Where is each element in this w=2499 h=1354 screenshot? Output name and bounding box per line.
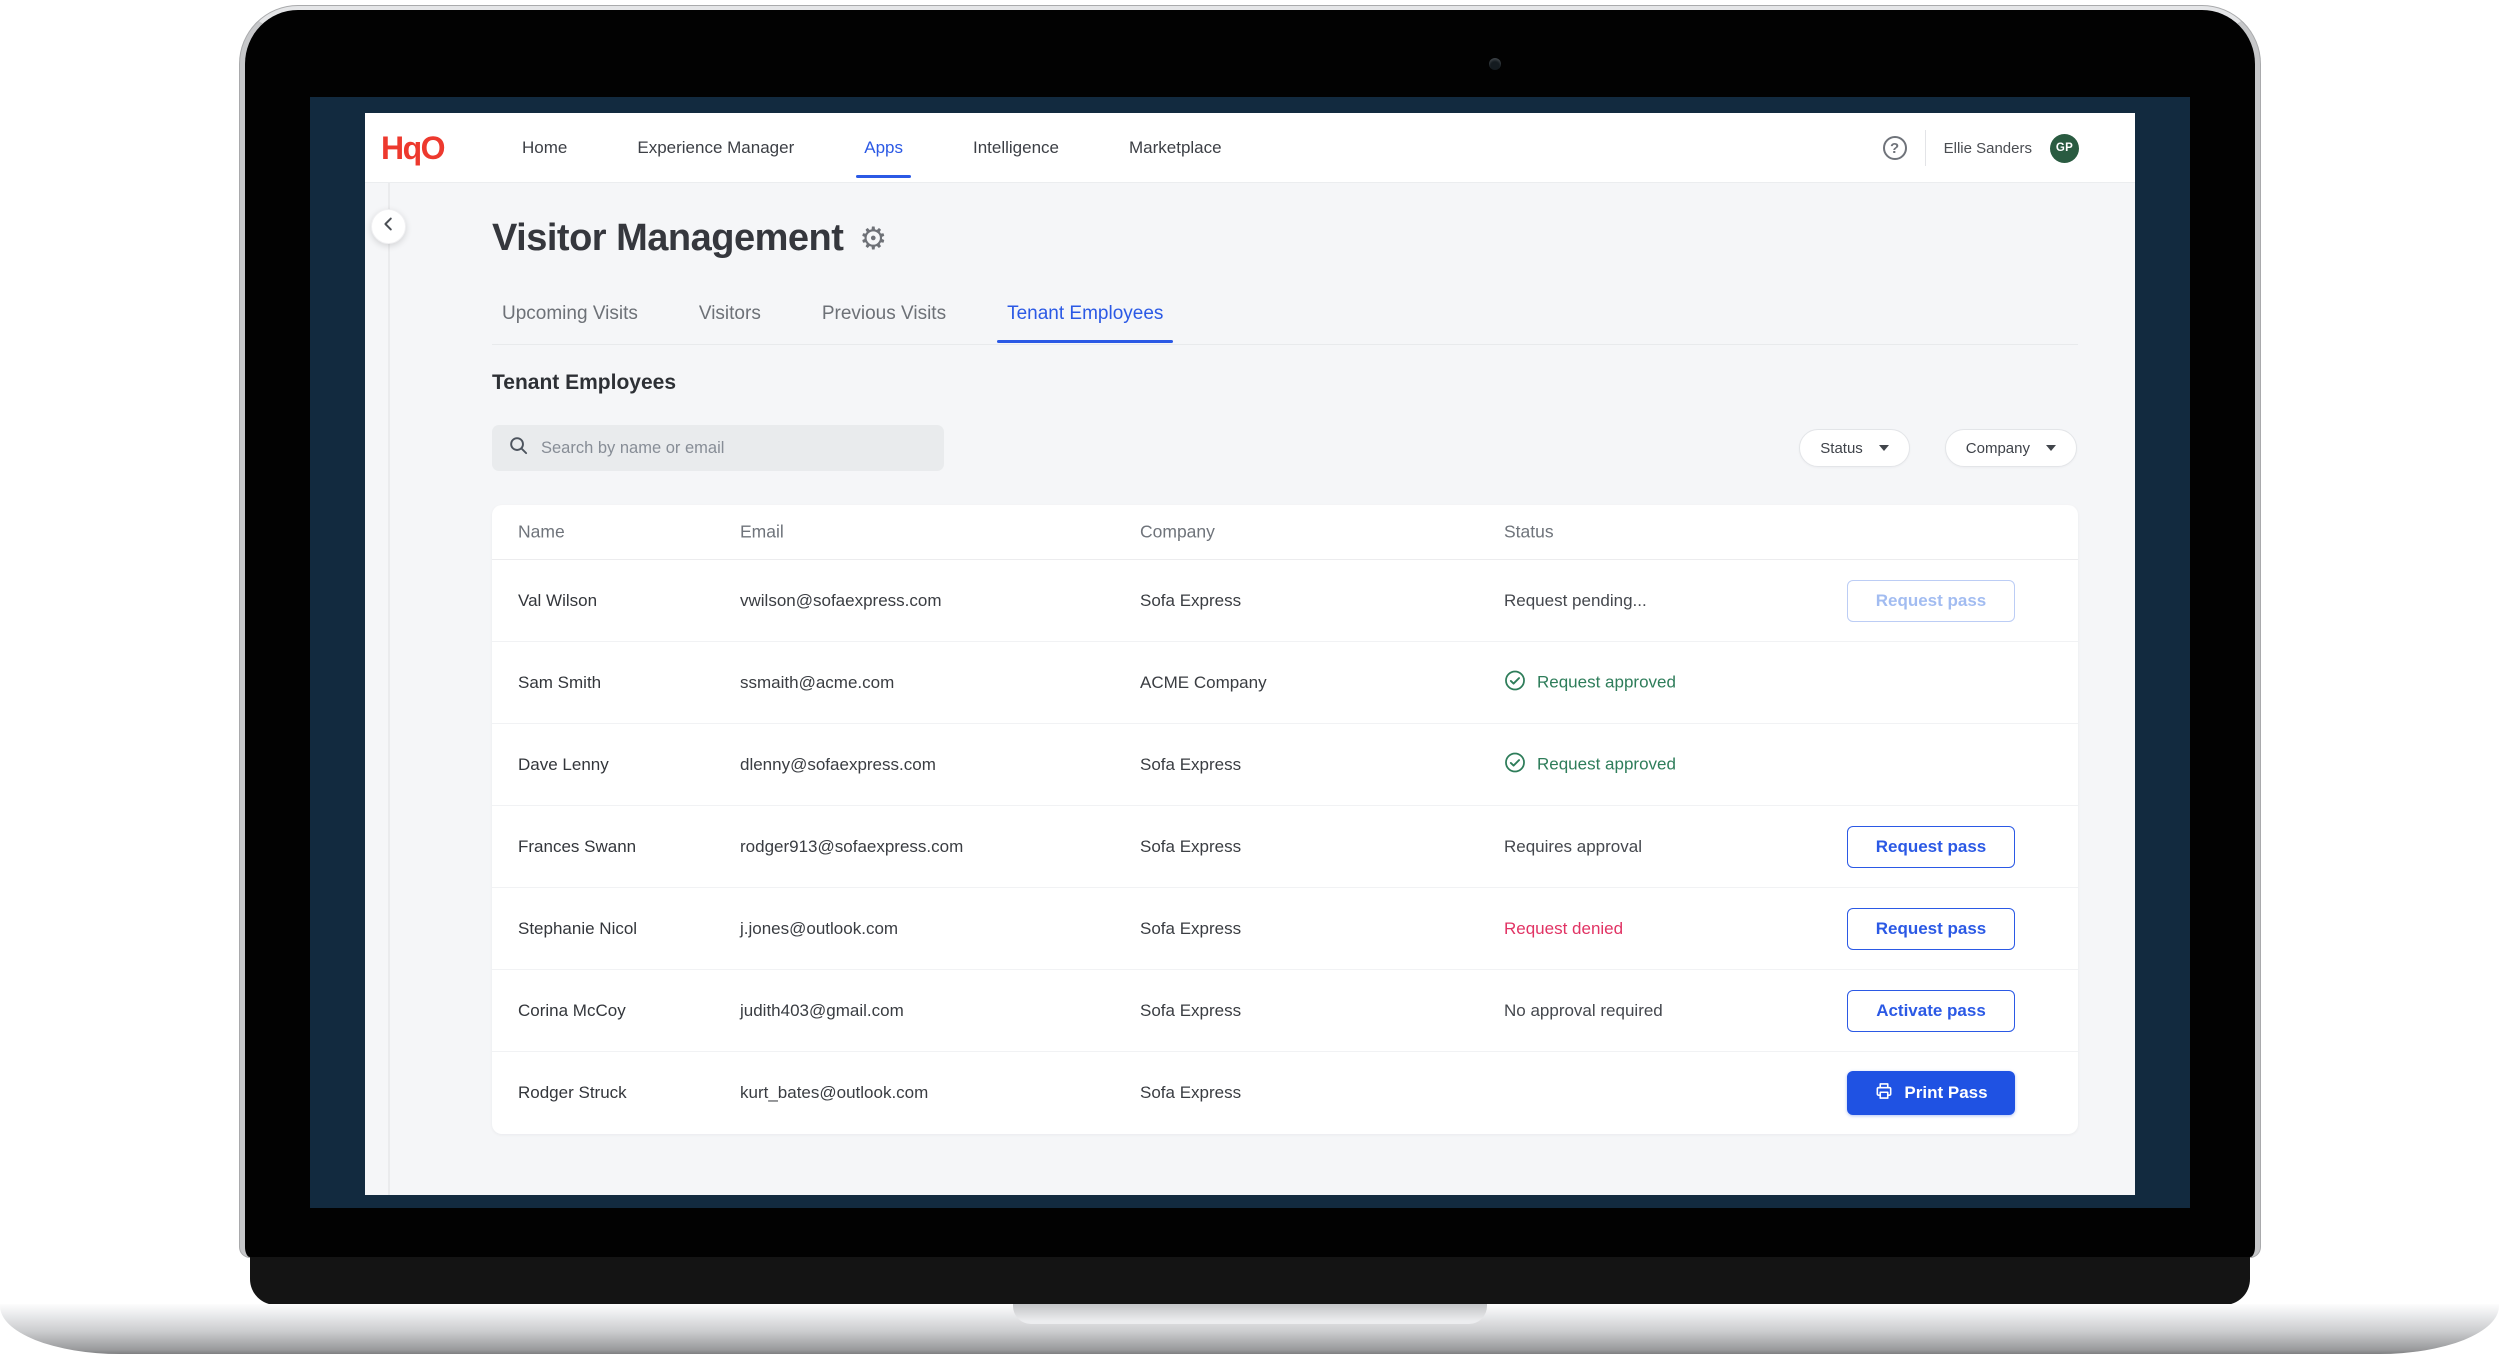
employee-name: Corina McCoy bbox=[518, 1001, 626, 1021]
employee-company: Sofa Express bbox=[1140, 755, 1241, 775]
employee-name: Frances Swann bbox=[518, 837, 636, 857]
nav-divider bbox=[1925, 130, 1926, 166]
status-approved-label: Request approved bbox=[1537, 755, 1676, 775]
webcam-dot bbox=[1489, 58, 1501, 70]
status-filter-dropdown[interactable]: Status bbox=[1799, 429, 1910, 467]
employee-company: ACME Company bbox=[1140, 673, 1267, 693]
tenant-employees-table: Name Email Company Status Val Wilson vwi… bbox=[492, 505, 2078, 1134]
search-icon bbox=[508, 435, 529, 461]
visitor-management-app: HqO Home Experience Manager Apps Intelli… bbox=[365, 113, 2135, 1195]
status-approved: Request approved bbox=[1504, 751, 1676, 778]
nav-item-marketplace[interactable]: Marketplace bbox=[1129, 113, 1222, 183]
employee-company: Sofa Express bbox=[1140, 919, 1241, 939]
nav-item-apps[interactable]: Apps bbox=[864, 113, 903, 183]
chevron-left-icon bbox=[380, 215, 398, 238]
check-circle-icon bbox=[1504, 669, 1526, 696]
activate-pass-button[interactable]: Activate pass bbox=[1847, 990, 2015, 1032]
employee-email: vwilson@sofaexpress.com bbox=[740, 591, 942, 611]
print-pass-button[interactable]: Print Pass bbox=[1847, 1071, 2015, 1115]
sidebar-rail bbox=[388, 183, 390, 1195]
print-pass-label: Print Pass bbox=[1904, 1083, 1987, 1103]
column-header-status: Status bbox=[1504, 522, 1554, 543]
settings-gear-icon[interactable]: ⚙ bbox=[859, 223, 887, 254]
request-pass-button[interactable]: Request pass bbox=[1847, 826, 2015, 868]
employee-email: ssmaith@acme.com bbox=[740, 673, 894, 693]
status-approved-label: Request approved bbox=[1537, 673, 1676, 693]
tab-bar: Upcoming Visits Visitors Previous Visits… bbox=[502, 303, 1163, 325]
employee-email: rodger913@sofaexpress.com bbox=[740, 837, 963, 857]
employee-company: Sofa Express bbox=[1140, 1083, 1241, 1103]
status-approved: Request approved bbox=[1504, 669, 1676, 696]
employee-name: Sam Smith bbox=[518, 673, 601, 693]
laptop-hinge bbox=[250, 1257, 2250, 1305]
search-box bbox=[492, 425, 944, 471]
status-denied: Request denied bbox=[1504, 919, 1623, 939]
laptop-base-notch bbox=[1013, 1304, 1487, 1324]
table-row: Sam Smith ssmaith@acme.com ACME Company … bbox=[492, 642, 2078, 724]
employee-company: Sofa Express bbox=[1140, 837, 1241, 857]
table-header: Name Email Company Status bbox=[492, 505, 2078, 560]
table-row: Val Wilson vwilson@sofaexpress.com Sofa … bbox=[492, 560, 2078, 642]
section-title: Tenant Employees bbox=[492, 371, 676, 395]
status-text-no-approval: No approval required bbox=[1504, 1001, 1663, 1021]
request-pass-button[interactable]: Request pass bbox=[1847, 908, 2015, 950]
employee-email: j.jones@outlook.com bbox=[740, 919, 898, 939]
tab-upcoming-visits[interactable]: Upcoming Visits bbox=[502, 303, 638, 325]
tab-bar-divider bbox=[492, 344, 2078, 345]
status-text-requires-approval: Requires approval bbox=[1504, 837, 1642, 857]
employee-email: kurt_bates@outlook.com bbox=[740, 1083, 928, 1103]
nav-item-home[interactable]: Home bbox=[522, 113, 567, 183]
status-filter-label: Status bbox=[1820, 440, 1863, 457]
table-row: Rodger Struck kurt_bates@outlook.com Sof… bbox=[492, 1052, 2078, 1134]
top-navbar: HqO Home Experience Manager Apps Intelli… bbox=[365, 113, 2135, 183]
chevron-down-icon bbox=[1879, 445, 1889, 451]
table-row: Stephanie Nicol j.jones@outlook.com Sofa… bbox=[492, 888, 2078, 970]
request-pass-button-disabled[interactable]: Request pass bbox=[1847, 580, 2015, 622]
nav-links: Home Experience Manager Apps Intelligenc… bbox=[522, 113, 1222, 183]
company-filter-label: Company bbox=[1966, 440, 2030, 457]
search-input[interactable] bbox=[541, 439, 928, 458]
hqo-logo: HqO bbox=[381, 113, 444, 183]
navbar-right-group: ? Ellie Sanders GP bbox=[1883, 113, 2079, 183]
table-row: Dave Lenny dlenny@sofaexpress.com Sofa E… bbox=[492, 724, 2078, 806]
tab-tenant-employees[interactable]: Tenant Employees bbox=[1007, 303, 1163, 325]
avatar[interactable]: GP bbox=[2050, 134, 2079, 163]
employee-name: Dave Lenny bbox=[518, 755, 609, 775]
employee-name: Rodger Struck bbox=[518, 1083, 627, 1103]
table-row: Frances Swann rodger913@sofaexpress.com … bbox=[492, 806, 2078, 888]
employee-company: Sofa Express bbox=[1140, 591, 1241, 611]
employee-name: Stephanie Nicol bbox=[518, 919, 637, 939]
user-name: Ellie Sanders bbox=[1944, 140, 2032, 157]
tab-previous-visits[interactable]: Previous Visits bbox=[822, 303, 946, 325]
check-circle-icon bbox=[1504, 751, 1526, 778]
company-filter-dropdown[interactable]: Company bbox=[1945, 429, 2077, 467]
filter-group: Status Company bbox=[1799, 429, 2077, 467]
page-title-row: Visitor Management ⚙ bbox=[492, 217, 887, 260]
column-header-email: Email bbox=[740, 522, 784, 543]
nav-item-intelligence[interactable]: Intelligence bbox=[973, 113, 1059, 183]
employee-company: Sofa Express bbox=[1140, 1001, 1241, 1021]
sidebar-collapse-button[interactable] bbox=[371, 209, 406, 244]
tab-visitors[interactable]: Visitors bbox=[699, 303, 761, 325]
column-header-company: Company bbox=[1140, 522, 1215, 543]
help-icon[interactable]: ? bbox=[1883, 136, 1907, 160]
table-row: Corina McCoy judith403@gmail.com Sofa Ex… bbox=[492, 970, 2078, 1052]
employee-email: judith403@gmail.com bbox=[740, 1001, 904, 1021]
nav-item-experience-manager[interactable]: Experience Manager bbox=[637, 113, 794, 183]
employee-email: dlenny@sofaexpress.com bbox=[740, 755, 936, 775]
employee-name: Val Wilson bbox=[518, 591, 597, 611]
column-header-name: Name bbox=[518, 522, 565, 543]
page-title: Visitor Management bbox=[492, 217, 843, 260]
status-text-pending: Request pending... bbox=[1504, 591, 1647, 611]
chevron-down-icon bbox=[2046, 445, 2056, 451]
printer-icon bbox=[1874, 1081, 1894, 1106]
